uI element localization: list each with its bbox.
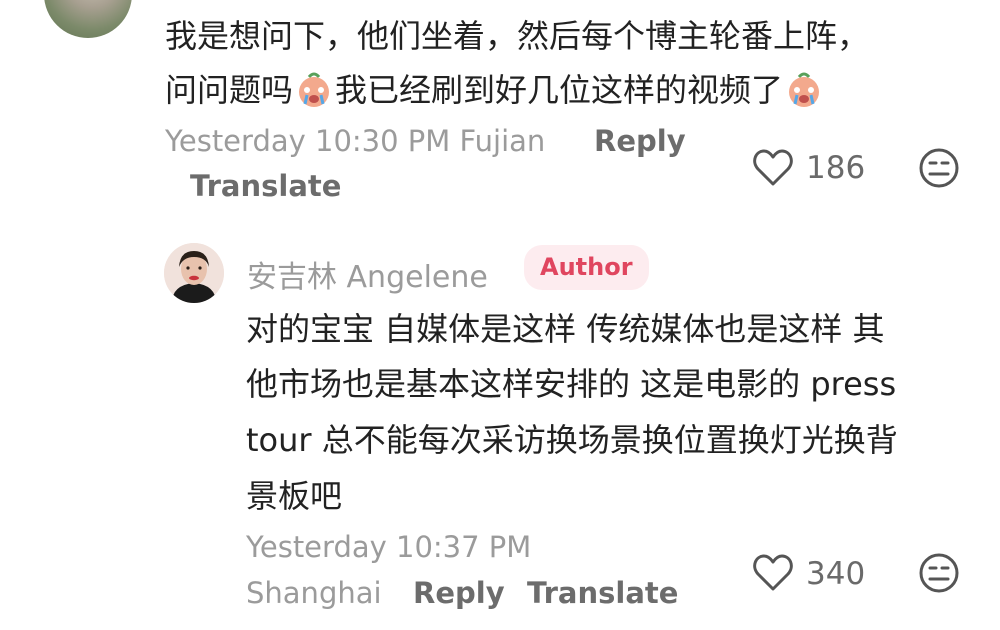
crying-face-emoji-icon: [785, 71, 823, 109]
reply-button[interactable]: Reply: [594, 124, 686, 158]
comment-timestamp: Yesterday 10:30 PM: [165, 124, 451, 158]
comment-text-line2: 问问题吗 我已经刷到好几位这样的视频了: [165, 63, 825, 117]
translate-button[interactable]: Translate: [527, 576, 678, 610]
reply-button[interactable]: Reply: [413, 576, 505, 610]
heart-outline-icon[interactable]: [752, 148, 794, 188]
author-name[interactable]: 安吉林 Angelene: [247, 252, 488, 296]
like-count: 186: [806, 150, 866, 186]
neutral-face-icon[interactable]: [918, 552, 960, 594]
reply-timestamp: Yesterday 10:37 PM: [246, 530, 532, 564]
comment-text-part1: 问问题吗: [165, 71, 294, 109]
heart-outline-icon[interactable]: [752, 553, 794, 593]
comment-location: Fujian: [459, 124, 546, 158]
reply-text-line2: 他市场也是基本这样安排的 这是电影的 press: [246, 365, 897, 403]
comment-text-line1: 我是想问下，他们坐着，然后每个博主轮番上阵，: [165, 17, 870, 55]
comment-text-part2: 我已经刷到好几位这样的视频了: [335, 71, 784, 109]
commenter-avatar[interactable]: [44, 0, 132, 38]
comment-meta: Yesterday 10:30 PM Fujian: [165, 124, 545, 158]
reply-text-line3: tour 总不能每次采访换场景换位置换灯光换背: [246, 421, 898, 459]
like-count: 340: [806, 556, 866, 592]
crying-face-emoji-icon: [295, 71, 333, 109]
author-avatar[interactable]: [164, 243, 224, 303]
translate-button[interactable]: Translate: [190, 169, 341, 203]
reply-location: Shanghai: [246, 576, 382, 610]
reply-text-line4: 景板吧: [246, 477, 343, 515]
author-badge: Author: [524, 245, 649, 290]
neutral-face-icon[interactable]: [918, 147, 960, 189]
reply-text-line1: 对的宝宝 自媒体是这样 传统媒体也是这样 其: [246, 310, 885, 348]
